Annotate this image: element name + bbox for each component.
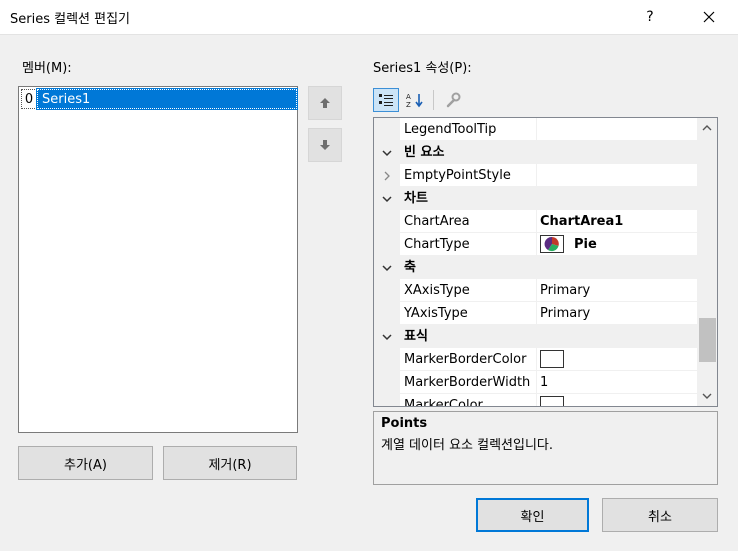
color-swatch: [540, 396, 564, 406]
move-down-button[interactable]: [308, 128, 342, 162]
help-button[interactable]: ?: [630, 0, 670, 34]
property-name: EmptyPointStyle: [400, 164, 536, 187]
chevron-down-icon[interactable]: [382, 195, 392, 203]
property-name: MarkerBorderColor: [400, 348, 536, 371]
property-grid[interactable]: LegendToolTip 빈 요소 EmptyPointStyle 차트 Ch…: [373, 117, 718, 407]
category-name: 차트: [404, 191, 428, 206]
property-row[interactable]: MarkerColor: [374, 394, 697, 406]
property-row[interactable]: ChartType Pie: [374, 233, 697, 256]
property-row[interactable]: EmptyPointStyle: [374, 164, 697, 187]
members-label: 멤버(M):: [22, 61, 72, 76]
property-rows: LegendToolTip 빈 요소 EmptyPointStyle 차트 Ch…: [374, 118, 697, 406]
remove-button[interactable]: 제거(R): [163, 446, 297, 480]
property-value[interactable]: ChartArea1: [536, 210, 697, 233]
property-value[interactable]: 1: [536, 371, 697, 394]
add-button[interactable]: 추가(A): [18, 446, 153, 480]
property-row[interactable]: MarkerBorderColor: [374, 348, 697, 371]
arrow-down-icon: [320, 140, 330, 150]
categorized-button[interactable]: [373, 88, 399, 112]
property-row[interactable]: YAxisType Primary: [374, 302, 697, 325]
property-value[interactable]: Primary: [536, 302, 697, 325]
scroll-thumb[interactable]: [699, 318, 716, 362]
wrench-icon: [446, 92, 461, 108]
category-row[interactable]: 표식: [374, 325, 697, 348]
description-title: Points: [381, 416, 428, 431]
vertical-scrollbar[interactable]: [697, 118, 717, 406]
category-row[interactable]: 빈 요소: [374, 141, 697, 164]
description-text: 계열 데이터 요소 컬렉션입니다.: [381, 438, 554, 453]
property-value[interactable]: [536, 118, 697, 141]
property-value[interactable]: [536, 348, 697, 371]
scroll-down-button[interactable]: [697, 386, 717, 406]
properties-label: Series1 속성(P):: [373, 61, 472, 76]
category-row[interactable]: 축: [374, 256, 697, 279]
chevron-down-icon: [702, 393, 712, 399]
title-bar: Series 컬렉션 편집기 ?: [0, 0, 738, 34]
property-name: ChartType: [400, 233, 536, 256]
member-name: Series1: [36, 88, 298, 110]
property-value[interactable]: [536, 394, 697, 406]
close-button[interactable]: [686, 0, 732, 34]
arrow-up-icon: [320, 98, 330, 108]
property-name: MarkerColor: [400, 394, 536, 406]
property-toolbar: A Z: [373, 87, 469, 113]
dialog-body: 멤버(M): 0 Series1 추가(A) 제거(R) Series1 속성(…: [0, 34, 738, 551]
property-row[interactable]: ChartArea ChartArea1: [374, 210, 697, 233]
alphabetical-button[interactable]: A Z: [402, 88, 428, 112]
chevron-up-icon: [702, 125, 712, 131]
member-index: 0: [21, 89, 37, 109]
close-icon: [703, 11, 715, 23]
toolbar-separator: [433, 90, 434, 110]
property-value[interactable]: Primary: [536, 279, 697, 302]
chevron-right-icon[interactable]: [383, 171, 391, 181]
pie-chart-icon: [540, 235, 564, 253]
description-panel: Points 계열 데이터 요소 컬렉션입니다.: [373, 411, 718, 485]
members-list[interactable]: 0 Series1: [18, 86, 298, 433]
list-item[interactable]: 0 Series1: [21, 88, 298, 110]
chevron-down-icon[interactable]: [382, 333, 392, 341]
ok-button[interactable]: 확인: [476, 498, 589, 532]
sort-alphabetical-icon: A Z: [406, 93, 423, 108]
move-up-button[interactable]: [308, 86, 342, 120]
property-name: ChartArea: [400, 210, 536, 233]
svg-text:Z: Z: [406, 101, 411, 108]
property-value[interactable]: [536, 164, 697, 187]
property-name: MarkerBorderWidth: [400, 371, 536, 394]
category-row[interactable]: 차트: [374, 187, 697, 210]
property-pages-button[interactable]: [440, 88, 466, 112]
property-row[interactable]: XAxisType Primary: [374, 279, 697, 302]
chevron-down-icon[interactable]: [382, 264, 392, 272]
category-name: 빈 요소: [404, 145, 445, 160]
charttype-value: Pie: [574, 236, 597, 252]
chevron-down-icon[interactable]: [382, 149, 392, 157]
categorized-icon: [379, 94, 393, 106]
property-name: XAxisType: [400, 279, 536, 302]
scroll-up-button[interactable]: [697, 118, 717, 138]
property-row[interactable]: MarkerBorderWidth 1: [374, 371, 697, 394]
color-swatch: [540, 350, 564, 368]
property-value-charttype[interactable]: Pie: [536, 233, 697, 256]
svg-text:A: A: [406, 93, 411, 101]
category-name: 축: [404, 260, 416, 275]
window-title: Series 컬렉션 편집기: [10, 12, 131, 27]
property-name: YAxisType: [400, 302, 536, 325]
property-name: LegendToolTip: [400, 118, 536, 141]
cancel-button[interactable]: 취소: [602, 498, 718, 532]
category-name: 표식: [404, 329, 428, 344]
property-row[interactable]: LegendToolTip: [374, 118, 697, 141]
